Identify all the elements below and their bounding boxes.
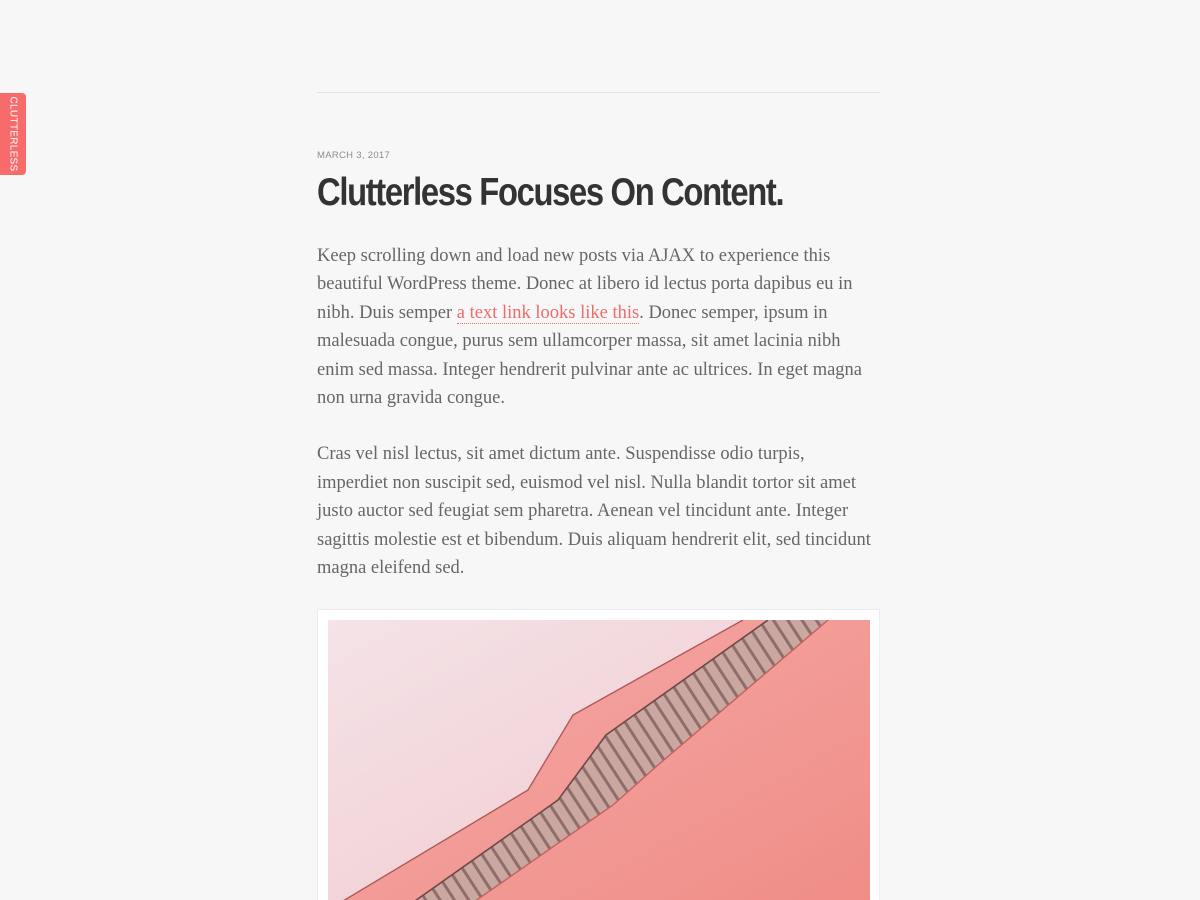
post-date[interactable]: March 3, 2017 [317,148,880,164]
post-paragraph-1: Keep scrolling down and load new posts v… [317,242,880,412]
site-brand-tab[interactable]: Clutterless [0,93,26,175]
header-divider [317,92,880,93]
post-article: March 3, 2017 Clutterless Focuses On Con… [317,148,880,582]
site-brand-label: Clutterless [7,96,19,172]
post-featured-image [317,609,880,900]
post-title[interactable]: Clutterless Focuses On Content. [317,169,790,217]
staircase-photo [328,620,870,900]
post-body: Keep scrolling down and load new posts v… [317,242,880,582]
post-paragraph-2: Cras vel nisl lectus, sit amet dictum an… [317,444,871,579]
text-link[interactable]: a text link looks like this [456,302,640,324]
